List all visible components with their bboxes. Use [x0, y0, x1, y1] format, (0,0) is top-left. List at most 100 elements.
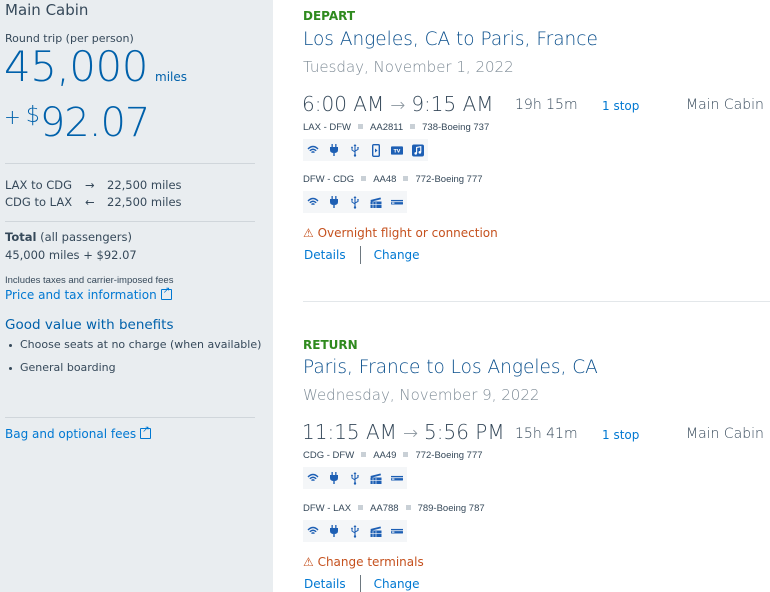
- divider: [5, 163, 255, 164]
- leg-route: Los Angeles, CA to Paris, France: [303, 29, 598, 50]
- arrow-left-icon: ←: [85, 195, 95, 209]
- amenities-bar: [303, 191, 407, 213]
- bag-fees-label: Bag and optional fees: [5, 427, 137, 441]
- separator: [405, 505, 411, 510]
- separator: [358, 124, 364, 129]
- segment-route: LAX to CDG: [5, 178, 73, 192]
- lie-flat-seat-icon: [391, 196, 403, 208]
- on-demand-entertainment-icon: [370, 472, 382, 484]
- wifi-icon: [307, 525, 319, 537]
- usb-icon: [349, 471, 361, 485]
- device-entertainment-icon: [370, 143, 382, 157]
- fare-summary-panel: Main Cabin Round trip (per person) 45,00…: [0, 0, 273, 592]
- segment-route: CDG - DFW: [303, 450, 355, 461]
- flight-segment-info: LAX - DFW AA2811 738-Boeing 737: [303, 122, 489, 133]
- separator: [361, 176, 367, 181]
- wifi-icon: [307, 144, 319, 156]
- aircraft: 789-Boeing 787: [417, 503, 485, 514]
- flight-segment-info: DFW - LAX AA788 789-Boeing 787: [303, 503, 485, 514]
- depart-time: 11:15 AM: [302, 420, 397, 444]
- flight-segment-info: DFW - CDG AA48 772-Boeing 777: [303, 174, 483, 185]
- stops-link[interactable]: 1 stop: [602, 428, 639, 442]
- price-value: 92.07: [39, 100, 151, 146]
- leg-date: Tuesday, November 1, 2022: [303, 58, 514, 76]
- price-tax-info-link[interactable]: Price and tax information: [5, 286, 172, 302]
- usb-icon: [349, 143, 361, 157]
- miles-unit: miles: [155, 70, 187, 84]
- wifi-icon: [307, 196, 319, 208]
- arrow-right-icon: →: [85, 178, 95, 192]
- total-label-sub: (all passengers): [36, 230, 132, 244]
- arrive-time: 5:56 PM: [424, 420, 505, 444]
- on-demand-entertainment-icon: [370, 196, 382, 208]
- power-icon: [328, 472, 340, 484]
- price-tax-info-label: Price and tax information: [5, 288, 157, 302]
- segment-miles: 22,500 miles: [107, 195, 182, 209]
- aircraft: 738-Boeing 737: [422, 122, 490, 133]
- leg-label: DEPART: [303, 9, 356, 23]
- power-icon: [328, 144, 340, 156]
- flight-number: AA48: [373, 174, 397, 185]
- amenities-bar: TV: [303, 139, 428, 161]
- power-icon: [328, 196, 340, 208]
- external-link-icon: [140, 425, 152, 439]
- external-link-icon: [160, 286, 172, 300]
- amenities-bar: [303, 520, 407, 542]
- separator: [358, 505, 364, 510]
- details-link[interactable]: Details: [304, 577, 346, 591]
- divider: [5, 221, 255, 222]
- miles-amount: 45,000: [4, 42, 148, 91]
- music-icon: [412, 144, 424, 156]
- segment-miles-outbound: LAX to CDG → 22,500 miles: [5, 178, 182, 192]
- cabin-class: Main Cabin: [686, 97, 764, 113]
- leg-actions: Details Change: [304, 575, 420, 592]
- terminal-change-warning: ⚠ Change terminals: [303, 555, 424, 569]
- segment-miles-return: CDG to LAX ← 22,500 miles: [5, 195, 182, 209]
- leg-label: RETURN: [303, 338, 358, 352]
- benefits-list: Choose seats at no charge (when availabl…: [8, 338, 261, 384]
- tv-icon: TV: [391, 144, 403, 156]
- flight-segment-info: CDG - DFW AA49 772-Boeing 777: [303, 450, 483, 461]
- separator: [403, 176, 409, 181]
- cabin-title: Main Cabin: [5, 1, 89, 19]
- price-plus: +: [4, 105, 21, 129]
- benefits-title: Good value with benefits: [5, 317, 174, 333]
- details-link[interactable]: Details: [304, 248, 346, 262]
- stops-link[interactable]: 1 stop: [602, 99, 639, 113]
- price-currency: $: [25, 103, 40, 128]
- aircraft: 772-Boeing 777: [415, 174, 483, 185]
- svg-text:TV: TV: [394, 148, 401, 154]
- separator: [359, 575, 361, 592]
- lie-flat-seat-icon: [391, 525, 403, 537]
- duration: 19h 15m: [515, 97, 578, 113]
- aircraft: 772-Boeing 777: [415, 450, 483, 461]
- power-icon: [328, 525, 340, 537]
- usb-icon: [349, 195, 361, 209]
- segment-route: DFW - LAX: [303, 503, 352, 514]
- leg-actions: Details Change: [304, 246, 420, 264]
- separator: [403, 452, 409, 457]
- segment-miles: 22,500 miles: [107, 178, 182, 192]
- separator: [361, 452, 367, 457]
- overnight-warning: ⚠ Overnight flight or connection: [303, 226, 498, 240]
- separator: [410, 124, 416, 129]
- segment-route: DFW - CDG: [303, 174, 355, 185]
- separator: [359, 246, 361, 264]
- leg-date: Wednesday, November 9, 2022: [303, 386, 540, 404]
- lie-flat-seat-icon: [391, 472, 403, 484]
- arrow-right-icon: →: [390, 95, 406, 116]
- leg-route: Paris, France to Los Angeles, CA: [303, 357, 598, 378]
- flight-times: 6:00 AM → 9:15 AM: [302, 92, 494, 116]
- change-link[interactable]: Change: [374, 577, 420, 591]
- total-label-bold: Total: [5, 230, 37, 244]
- change-link[interactable]: Change: [374, 248, 420, 262]
- flight-number: AA2811: [370, 122, 404, 133]
- arrow-right-icon: →: [402, 423, 419, 444]
- total-value: 45,000 miles + $92.07: [5, 248, 137, 262]
- price-amount: + $92.07: [4, 100, 151, 146]
- arrive-time: 9:15 AM: [411, 92, 494, 116]
- total-label: Total (all passengers): [5, 230, 132, 244]
- bag-fees-link[interactable]: Bag and optional fees: [5, 425, 152, 441]
- flight-number: AA788: [370, 503, 399, 514]
- segment-route: LAX - DFW: [303, 122, 352, 133]
